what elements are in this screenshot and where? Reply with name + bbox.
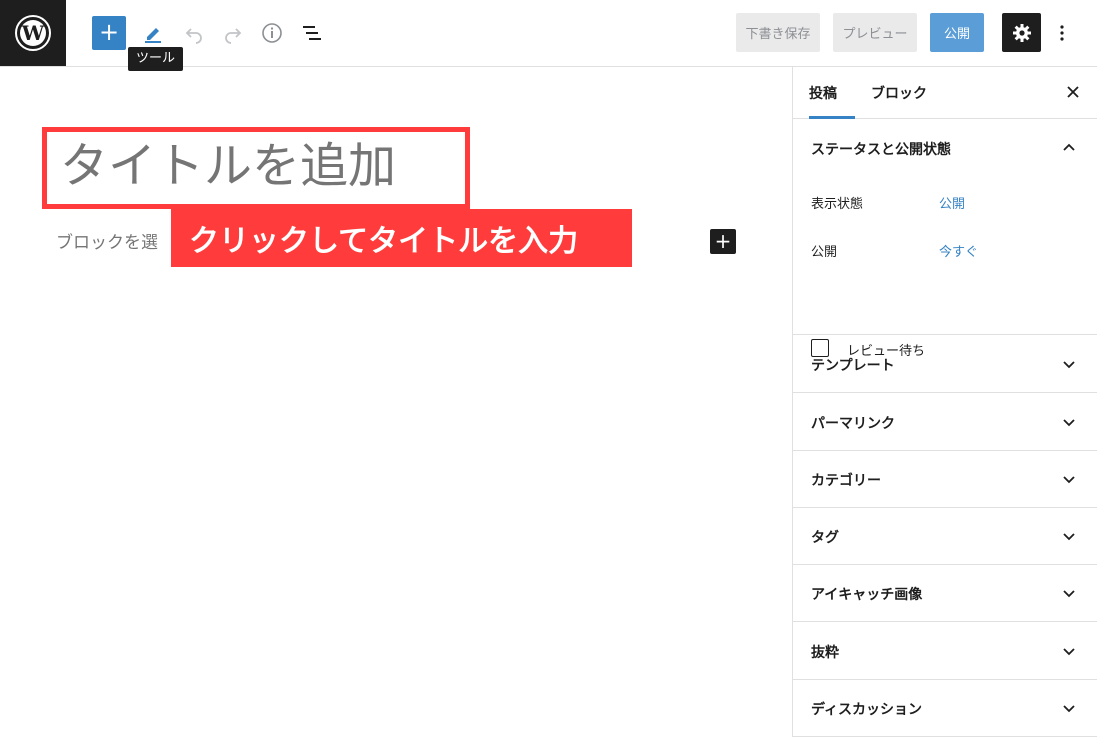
panel-categories[interactable]: カテゴリー <box>793 450 1097 508</box>
chevron-down-icon <box>1063 590 1075 598</box>
block-placeholder[interactable]: ブロックを選 <box>56 230 158 256</box>
svg-text:W: W <box>21 21 45 45</box>
visibility-label: 表示状態 <box>811 197 864 212</box>
settings-sidebar: 投稿 ブロック ステータスと公開状態 表示状態 公開 公開 今すぐ レビュー待ち… <box>792 67 1097 737</box>
tab-post-label: 投稿 <box>809 85 837 102</box>
status-panel-title[interactable]: ステータスと公開状態 <box>811 139 951 159</box>
publish-button[interactable]: 公開 <box>930 13 984 52</box>
chevron-down-icon <box>1063 419 1075 427</box>
chevron-up-icon[interactable] <box>1062 141 1076 155</box>
redo-icon[interactable] <box>218 18 248 48</box>
chevron-down-icon <box>1063 533 1075 541</box>
panel-template-title: テンプレート <box>811 358 895 374</box>
preview-button[interactable]: プレビュー <box>833 13 917 52</box>
publish-date-link[interactable]: 今すぐ <box>939 241 978 260</box>
visibility-value-link[interactable]: 公開 <box>939 193 965 212</box>
panel-template[interactable]: テンプレート <box>793 335 1097 393</box>
chevron-down-icon <box>1063 476 1075 484</box>
tools-tooltip: ツール <box>128 47 184 71</box>
panel-discussion-title: ディスカッション <box>811 702 923 718</box>
wordpress-logo-icon[interactable]: W <box>0 0 66 66</box>
inline-add-block-button[interactable]: + <box>710 229 736 254</box>
editor-toolbar: W + 下書き保存 プレビュー 公開 ツール <box>0 0 1097 71</box>
undo-icon[interactable] <box>179 18 209 48</box>
publish-label: 公開 <box>811 245 838 260</box>
pencil-icon[interactable] <box>138 18 168 48</box>
tab-post[interactable]: 投稿 <box>809 67 855 119</box>
info-icon[interactable] <box>257 18 287 48</box>
save-draft-button[interactable]: 下書き保存 <box>736 13 820 52</box>
panel-categories-title: カテゴリー <box>811 473 881 489</box>
tab-block-label: ブロック <box>871 85 927 102</box>
panel-featured-image-title: アイキャッチ画像 <box>811 587 923 603</box>
settings-gear-icon[interactable] <box>1002 13 1041 52</box>
add-block-button[interactable]: + <box>92 16 126 50</box>
chevron-down-icon <box>1063 361 1075 369</box>
panel-permalink[interactable]: パーマリンク <box>793 393 1097 451</box>
sidebar-tabs: 投稿 ブロック <box>793 67 1097 119</box>
panel-tags-title: タグ <box>811 530 839 546</box>
panel-excerpt-title: 抜粋 <box>811 645 839 661</box>
post-title-input[interactable]: タイトルを追加 <box>60 135 396 197</box>
tab-block[interactable]: ブロック <box>871 67 927 118</box>
panel-featured-image[interactable]: アイキャッチ画像 <box>793 564 1097 622</box>
status-visibility-panel: ステータスと公開状態 表示状態 公開 公開 今すぐ レビュー待ち <box>793 119 1097 359</box>
annotation-callout: クリックしてタイトルを入力 <box>171 209 632 267</box>
panel-permalink-title: パーマリンク <box>811 416 895 432</box>
panel-discussion[interactable]: ディスカッション <box>793 679 1097 737</box>
panel-tags[interactable]: タグ <box>793 507 1097 565</box>
chevron-down-icon <box>1063 705 1075 713</box>
panel-excerpt[interactable]: 抜粋 <box>793 622 1097 680</box>
chevron-down-icon <box>1063 648 1075 656</box>
list-view-icon[interactable] <box>297 18 327 48</box>
close-icon[interactable] <box>1062 81 1084 103</box>
more-options-icon[interactable] <box>1050 18 1074 48</box>
